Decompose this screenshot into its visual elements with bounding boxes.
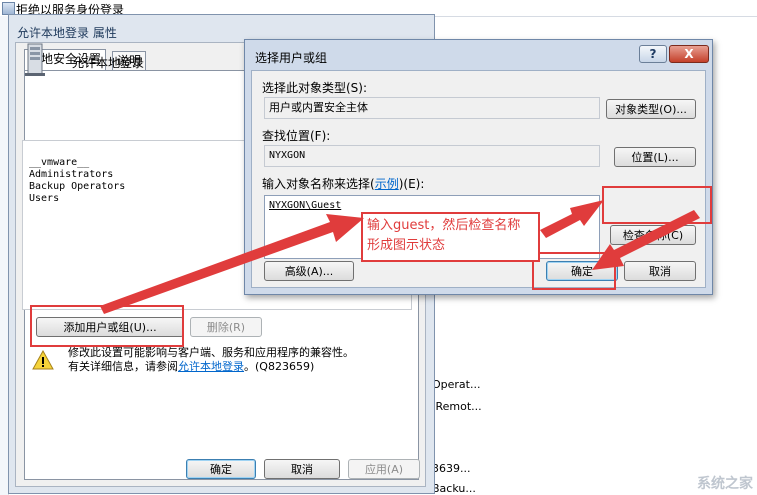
- warning-text: 修改此设置可能影响与客户端、服务和应用程序的兼容性。 有关详细信息，请参阅允许本…: [68, 346, 354, 374]
- highlight-ok-button: [532, 252, 616, 290]
- location-field: NYXGON: [264, 145, 600, 167]
- check-names-button[interactable]: 检查名称(C): [610, 225, 696, 245]
- object-type-label: 选择此对象类型(S):: [262, 81, 368, 95]
- object-names-value: NYXGON\Guest: [269, 200, 342, 211]
- server-icon: [25, 43, 45, 76]
- background-list-item: Backu...: [432, 482, 476, 495]
- warning-suffix: 。(Q823659): [244, 360, 315, 373]
- highlight-check-names: [602, 186, 712, 224]
- warning-icon: [32, 350, 54, 370]
- remove-button[interactable]: 删除(R): [190, 317, 262, 337]
- warning-line: 修改此设置可能影响与客户端、服务和应用程序的兼容性。: [68, 346, 354, 359]
- examples-link[interactable]: 示例: [375, 177, 399, 191]
- location-label: 查找位置(F):: [262, 129, 331, 143]
- locations-button[interactable]: 位置(L)...: [614, 147, 696, 167]
- warning-line: 有关详细信息，请参阅允许本地登录。(Q823659): [68, 360, 354, 374]
- object-type-field: 用户或内置安全主体: [264, 97, 600, 119]
- cancel-button[interactable]: 取消: [264, 459, 340, 479]
- close-button[interactable]: X: [669, 45, 709, 63]
- annotation-line: 输入guest，然后检查名称: [367, 218, 521, 233]
- select-dialog-title: 选择用户或组: [255, 51, 328, 65]
- background-list-item: 3639...: [432, 462, 471, 475]
- object-names-label-prefix: 输入对象名称来选择(: [262, 177, 375, 191]
- ok-button[interactable]: 确定: [186, 459, 256, 479]
- screenshot-root: 拒绝以服务身份登录 Operat... ,Remot... 3639... Ba…: [0, 0, 757, 495]
- object-types-button[interactable]: 对象类型(O)...: [606, 99, 696, 119]
- annotation-line: 形成图示状态: [367, 238, 446, 253]
- warning-prefix: 有关详细信息，请参阅: [68, 360, 178, 373]
- object-names-label: 输入对象名称来选择(示例)(E):: [262, 175, 424, 192]
- annotation-note: 输入guest，然后检查名称 形成图示状态: [361, 212, 540, 262]
- help-button[interactable]: ?: [639, 45, 667, 63]
- watermark: 系统之家: [697, 476, 753, 492]
- background-list-item: ,Remot...: [432, 400, 482, 413]
- help-link[interactable]: 允许本地登录: [178, 360, 244, 373]
- object-names-label-suffix: )(E):: [398, 177, 425, 191]
- background-window-content: [432, 298, 757, 495]
- background-list-item: Operat...: [432, 378, 481, 391]
- properties-dialog-title: 允许本地登录 属性: [17, 26, 117, 40]
- highlight-add-button: [30, 305, 184, 347]
- policy-name: 允许本地登录: [72, 56, 145, 70]
- advanced-button[interactable]: 高级(A)...: [264, 261, 354, 281]
- select-cancel-button[interactable]: 取消: [624, 261, 696, 281]
- apply-button[interactable]: 应用(A): [348, 459, 420, 479]
